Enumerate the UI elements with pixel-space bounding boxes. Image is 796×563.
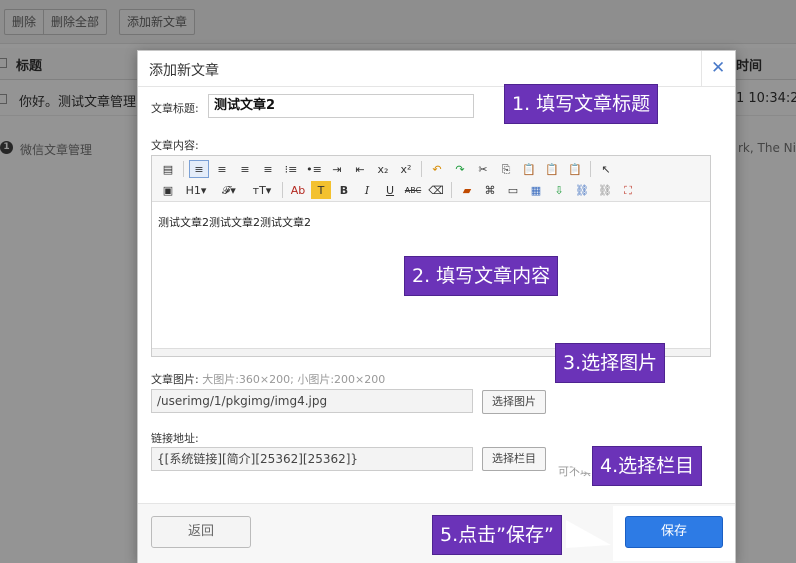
callout-pointer-1 (476, 90, 504, 110)
callout-step-1: 1. 填写文章标题 (504, 84, 659, 124)
callout-step-2: 2. 填写文章内容 (404, 256, 559, 296)
callout-pointer-3 (490, 372, 555, 389)
callout-step-3: 3.选择图片 (555, 343, 666, 383)
callout-step-5: 5.点击”保存” (432, 515, 562, 555)
callout-pointer-4 (549, 455, 592, 474)
callout-pointer-5 (566, 520, 611, 548)
callout-step-4: 4.选择栏目 (592, 446, 703, 486)
callout-pointer-2 (350, 242, 404, 282)
